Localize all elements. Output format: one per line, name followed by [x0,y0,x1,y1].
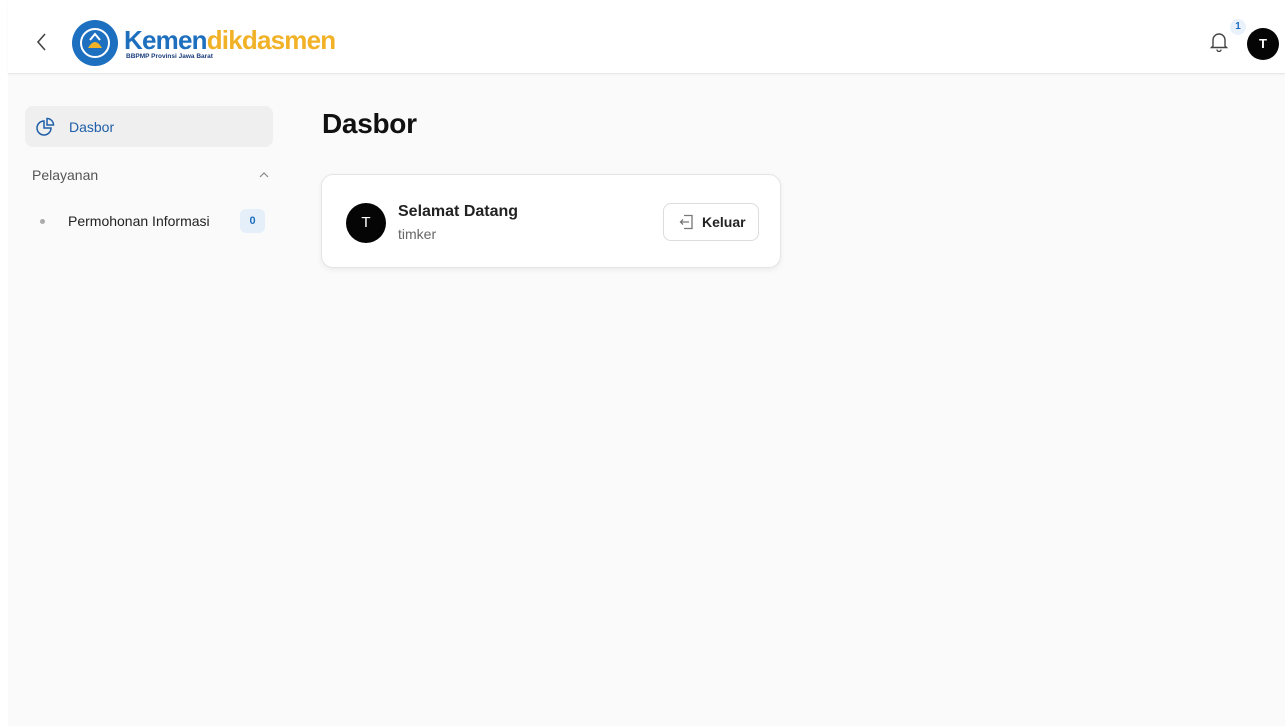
notifications-button[interactable] [1209,30,1229,53]
sidebar-item-label: Permohonan Informasi [68,213,210,229]
welcome-greeting: Selamat Datang [398,203,519,220]
back-button[interactable] [34,30,50,54]
logout-button[interactable]: Keluar [663,203,759,241]
sidebar-item-permohonan-informasi[interactable]: Permohonan Informasi 0 [32,209,270,233]
logout-label: Keluar [702,214,746,230]
sidebar-item-dasbor[interactable]: Dasbor [25,106,273,147]
sidebar: Dasbor Pelayanan Permohonan Informasi 0 [8,75,288,726]
top-header: Kemendikdasmen BBPMP Provinsi Jawa Barat… [8,0,1285,74]
notification-badge: 1 [1230,19,1246,35]
logo-text-part2: dikdasmen [206,25,336,55]
sidebar-item-label: Dasbor [69,118,115,135]
chevron-up-icon [259,172,269,178]
user-avatar[interactable]: T [1247,28,1279,60]
pie-chart-icon [36,117,55,136]
chevron-left-icon [36,33,46,51]
username-text: timker [398,226,437,242]
section-label: Pelayanan [32,167,99,183]
brand-logo[interactable]: Kemendikdasmen BBPMP Provinsi Jawa Barat [72,18,336,68]
bell-icon [1209,33,1229,53]
count-badge: 0 [240,209,265,233]
logo-text-part1: Kemen [124,25,208,55]
card-avatar: T [346,203,386,243]
page-title: Dasbor [322,108,417,139]
app-window: Kemendikdasmen BBPMP Provinsi Jawa Barat… [8,0,1285,726]
welcome-card: T Selamat Datang timker Keluar [321,174,781,268]
logo-subtitle: BBPMP Provinsi Jawa Barat [126,53,213,60]
sidebar-section-pelayanan[interactable]: Pelayanan [32,165,270,185]
emblem-icon [72,20,118,66]
logout-icon [679,214,693,230]
bullet-dot [40,218,45,224]
